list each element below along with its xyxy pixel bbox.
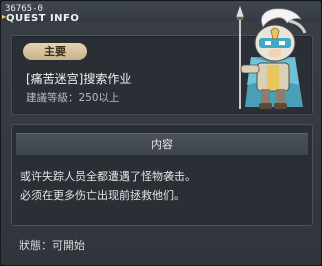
quest-info-window: 36765-0 ▸ QUEST INFO 主要 [痛苦迷宫]搜索作业 建議等級：… <box>0 0 322 266</box>
detail-header: 内容 <box>16 133 308 155</box>
quest-type-badge: 主要 <box>23 43 87 60</box>
window-title: QUEST INFO <box>6 13 80 24</box>
quest-detail-panel: 内容 或许失踪人员全都遭遇了怪物袭击。 必须在更多伤亡出现前拯救他们。 <box>11 124 313 226</box>
quest-status: 狀態：可開始 <box>19 239 85 252</box>
quest-name: [痛苦迷宫]搜索作业 <box>26 72 132 86</box>
npc-knight-portrait-icon <box>235 5 307 109</box>
description-line: 必须在更多伤亡出现前拯救他们。 <box>20 189 185 202</box>
recommended-level: 建議等級：250以上 <box>26 92 120 104</box>
description-line: 或许失踪人员全都遭遇了怪物袭击。 <box>20 170 196 183</box>
